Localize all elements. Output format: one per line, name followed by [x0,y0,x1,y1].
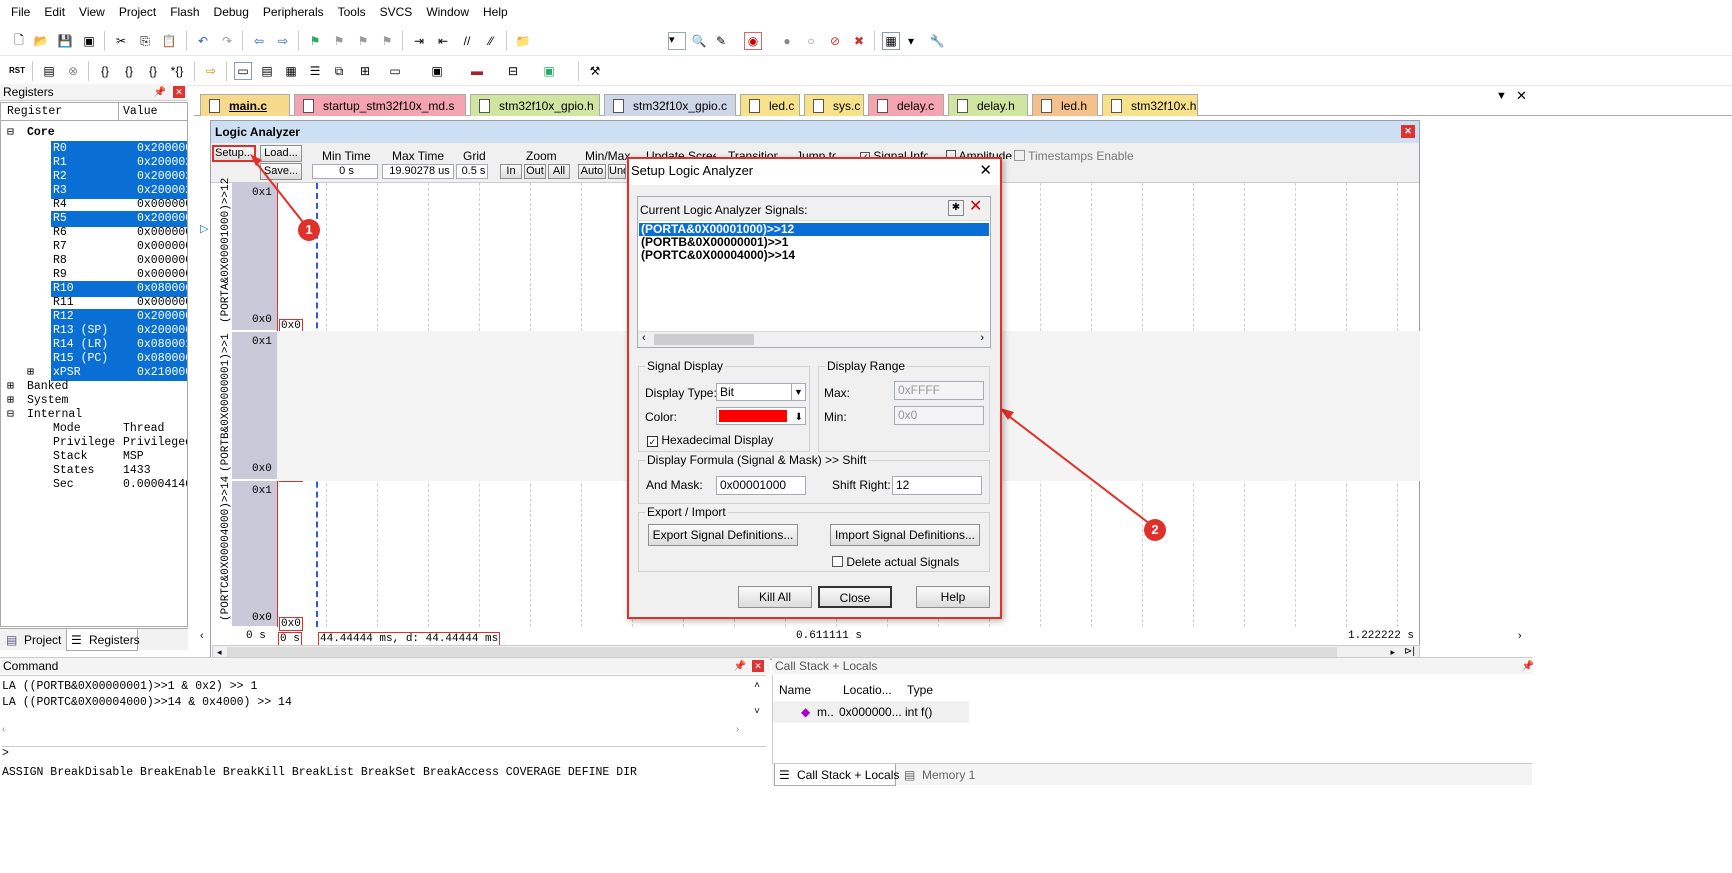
display-type-select[interactable]: Bit ▼ [716,383,806,401]
command-hint: ASSIGN BreakDisable BreakEnable BreakKil… [2,766,637,779]
close-icon[interactable]: ✕ [979,159,992,183]
command-prompt[interactable]: > [2,746,766,762]
callstack-row[interactable]: ◆ m.. 0x000000... int f() [773,701,969,723]
min-label: Min: [824,410,847,424]
max-label: Max: [824,386,851,400]
close-button[interactable]: Close [818,586,892,608]
pin-icon[interactable]: 📌 [1522,658,1534,675]
color-label: Color: [645,410,678,424]
kill-all-button[interactable]: Kill All [738,586,812,608]
shift-right-input[interactable]: 12 [892,476,982,495]
callstack-tabs: ☰ Call Stack + Locals ▤ Memory 1 [772,763,1532,786]
col-type: Type [907,683,934,697]
signal-list-box: Current Logic Analyzer Signals: ✱ ✕ (POR… [637,196,991,348]
command-pane-title: Command 📌 ✕ [0,657,770,674]
close-icon[interactable]: ✕ [752,660,764,672]
col-name: Name [779,683,812,697]
and-mask-label: And Mask: [646,478,703,492]
hex-display-checkbox[interactable]: ✓ Hexadecimal Display [647,433,773,447]
new-signal-icon[interactable]: ✱ [948,200,964,216]
annotation-badge-1: 1 [298,219,320,241]
scroll-down-icon[interactable]: ˅ [754,706,760,717]
display-type-label: Display Type: [645,386,717,400]
command-line-1: LA ((PORTB&0X00000001)>>1 & 0x2) >> 1 [2,680,258,693]
callstack-table: Name Locatio... Type ◆ m.. 0x000000... i… [772,675,1532,763]
signal-list-item[interactable]: (PORTC&0X00004000)>>14 [639,249,989,262]
scroll-up-icon[interactable]: ˄ [754,680,760,691]
scroll-left-icon[interactable]: ‹ [2,724,5,735]
export-signal-definitions-button[interactable]: Export Signal Definitions... [648,524,798,546]
delete-actual-signals-checkbox[interactable]: Delete actual Signals [832,555,959,569]
dialog-title: Setup Logic Analyzer ✕ [629,159,1000,185]
shift-right-label: Shift Right: [832,478,891,492]
min-input[interactable]: 0x0 [894,406,984,425]
current-signals-label: Current Logic Analyzer Signals: [640,203,808,217]
annotation-badge-2: 2 [1144,519,1166,541]
signal-list-hscroll[interactable]: ‹ › [638,331,990,347]
function-icon: ◆ [801,705,811,719]
command-line-2: LA ((PORTC&0X00004000)>>14 & 0x4000) >> … [2,696,292,709]
max-input[interactable]: 0xFFFF [894,381,984,400]
color-picker[interactable]: ⬇ [716,407,806,425]
tab-memory-1[interactable]: ▤ Memory 1 [900,764,975,786]
delete-signal-icon[interactable]: ✕ [969,199,982,215]
and-mask-input[interactable]: 0x00001000 [716,476,806,495]
callstack-pane-title: Call Stack + Locals 📌 [772,657,1534,675]
help-button[interactable]: Help [916,586,990,608]
import-signal-definitions-button[interactable]: Import Signal Definitions... [830,524,980,546]
scroll-right-icon[interactable]: › [736,724,739,735]
command-output: LA ((PORTB&0X00000001)>>1 & 0x2) >> 1 LA… [0,675,766,743]
tab-call-stack-locals[interactable]: ☰ Call Stack + Locals [774,764,899,786]
color-swatch [719,410,787,422]
col-location: Locatio... [843,683,892,697]
pin-icon[interactable]: 📌 [734,658,746,675]
